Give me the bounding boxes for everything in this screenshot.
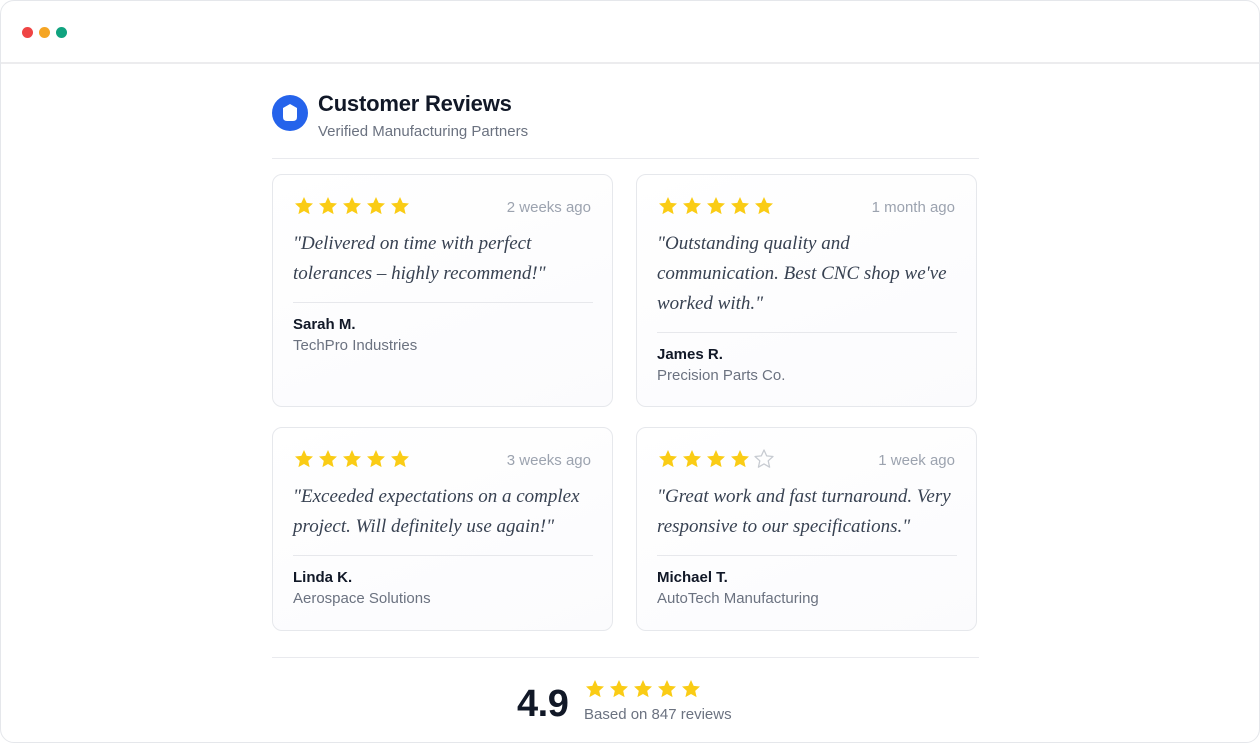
review-date: 1 week ago	[878, 452, 955, 469]
browser-window: Customer Reviews Verified Manufacturing …	[0, 0, 1260, 743]
divider	[293, 302, 593, 303]
divider	[657, 332, 957, 333]
reviewer-name: Sarah M.	[293, 316, 356, 333]
review-card: 2 weeks ago "Delivered on time with perf…	[272, 174, 613, 407]
star-rating	[657, 448, 775, 470]
star-empty-icon	[754, 449, 774, 468]
review-card: 1 month ago "Outstanding quality and com…	[636, 174, 977, 407]
review-quote: "Great work and fast turnaround. Very re…	[657, 486, 951, 537]
star-rating	[293, 195, 411, 217]
star-filled-icon	[683, 450, 701, 468]
star-filled-icon	[682, 680, 700, 698]
review-count: Based on 847 reviews	[584, 706, 732, 723]
divider	[657, 555, 957, 556]
reviews-header: Customer Reviews Verified Manufacturing …	[272, 90, 979, 159]
review-card: 3 weeks ago "Exceeded expectations on a …	[272, 427, 613, 631]
star-filled-icon	[731, 197, 749, 215]
divider	[293, 555, 593, 556]
star-filled-icon	[683, 197, 701, 215]
review-date: 1 month ago	[871, 199, 955, 216]
star-filled-icon	[367, 450, 385, 468]
review-date: 3 weeks ago	[506, 452, 591, 469]
reviewer-name: Michael T.	[657, 569, 728, 586]
shield-icon	[272, 95, 308, 131]
reviewer-name: Linda K.	[293, 569, 353, 586]
star-filled-icon	[295, 450, 313, 468]
summary-star-rating	[584, 678, 702, 700]
star-rating	[293, 448, 411, 470]
star-filled-icon	[659, 197, 677, 215]
star-filled-icon	[610, 680, 628, 698]
star-filled-icon	[391, 197, 409, 215]
star-filled-icon	[586, 680, 604, 698]
page-subtitle: Verified Manufacturing Partners	[318, 123, 529, 140]
minimize-window-button[interactable]	[39, 27, 50, 38]
star-filled-icon	[634, 680, 652, 698]
star-filled-icon	[658, 680, 676, 698]
star-filled-icon	[707, 450, 725, 468]
reviewer-company: Aerospace Solutions	[293, 590, 431, 607]
reviewer-company: AutoTech Manufacturing	[657, 590, 819, 607]
star-filled-icon	[391, 450, 409, 468]
average-score: 4.9	[517, 683, 569, 725]
reviewer-company: TechPro Industries	[293, 337, 418, 354]
star-filled-icon	[319, 197, 337, 215]
star-filled-icon	[659, 450, 677, 468]
star-filled-icon	[343, 450, 361, 468]
close-window-button[interactable]	[22, 27, 33, 38]
star-filled-icon	[319, 450, 337, 468]
review-quote: "Outstanding quality and communication. …	[657, 233, 947, 314]
star-filled-icon	[295, 197, 313, 215]
review-date: 2 weeks ago	[506, 199, 591, 216]
star-filled-icon	[707, 197, 725, 215]
window-titlebar	[1, 1, 1259, 64]
rating-summary: 4.9 Based on 847 reviews	[272, 657, 979, 742]
review-quote: "Exceeded expectations on a complex proj…	[293, 486, 580, 537]
star-filled-icon	[731, 450, 749, 468]
review-card: 1 week ago "Great work and fast turnarou…	[636, 427, 977, 631]
star-filled-icon	[755, 197, 773, 215]
reviewer-company: Precision Parts Co.	[657, 367, 786, 384]
star-filled-icon	[343, 197, 361, 215]
review-quote: "Delivered on time with perfect toleranc…	[293, 233, 546, 284]
star-rating	[657, 195, 775, 217]
maximize-window-button[interactable]	[56, 27, 67, 38]
reviewer-name: James R.	[657, 346, 723, 363]
star-filled-icon	[367, 197, 385, 215]
page-title: Customer Reviews	[318, 91, 512, 116]
